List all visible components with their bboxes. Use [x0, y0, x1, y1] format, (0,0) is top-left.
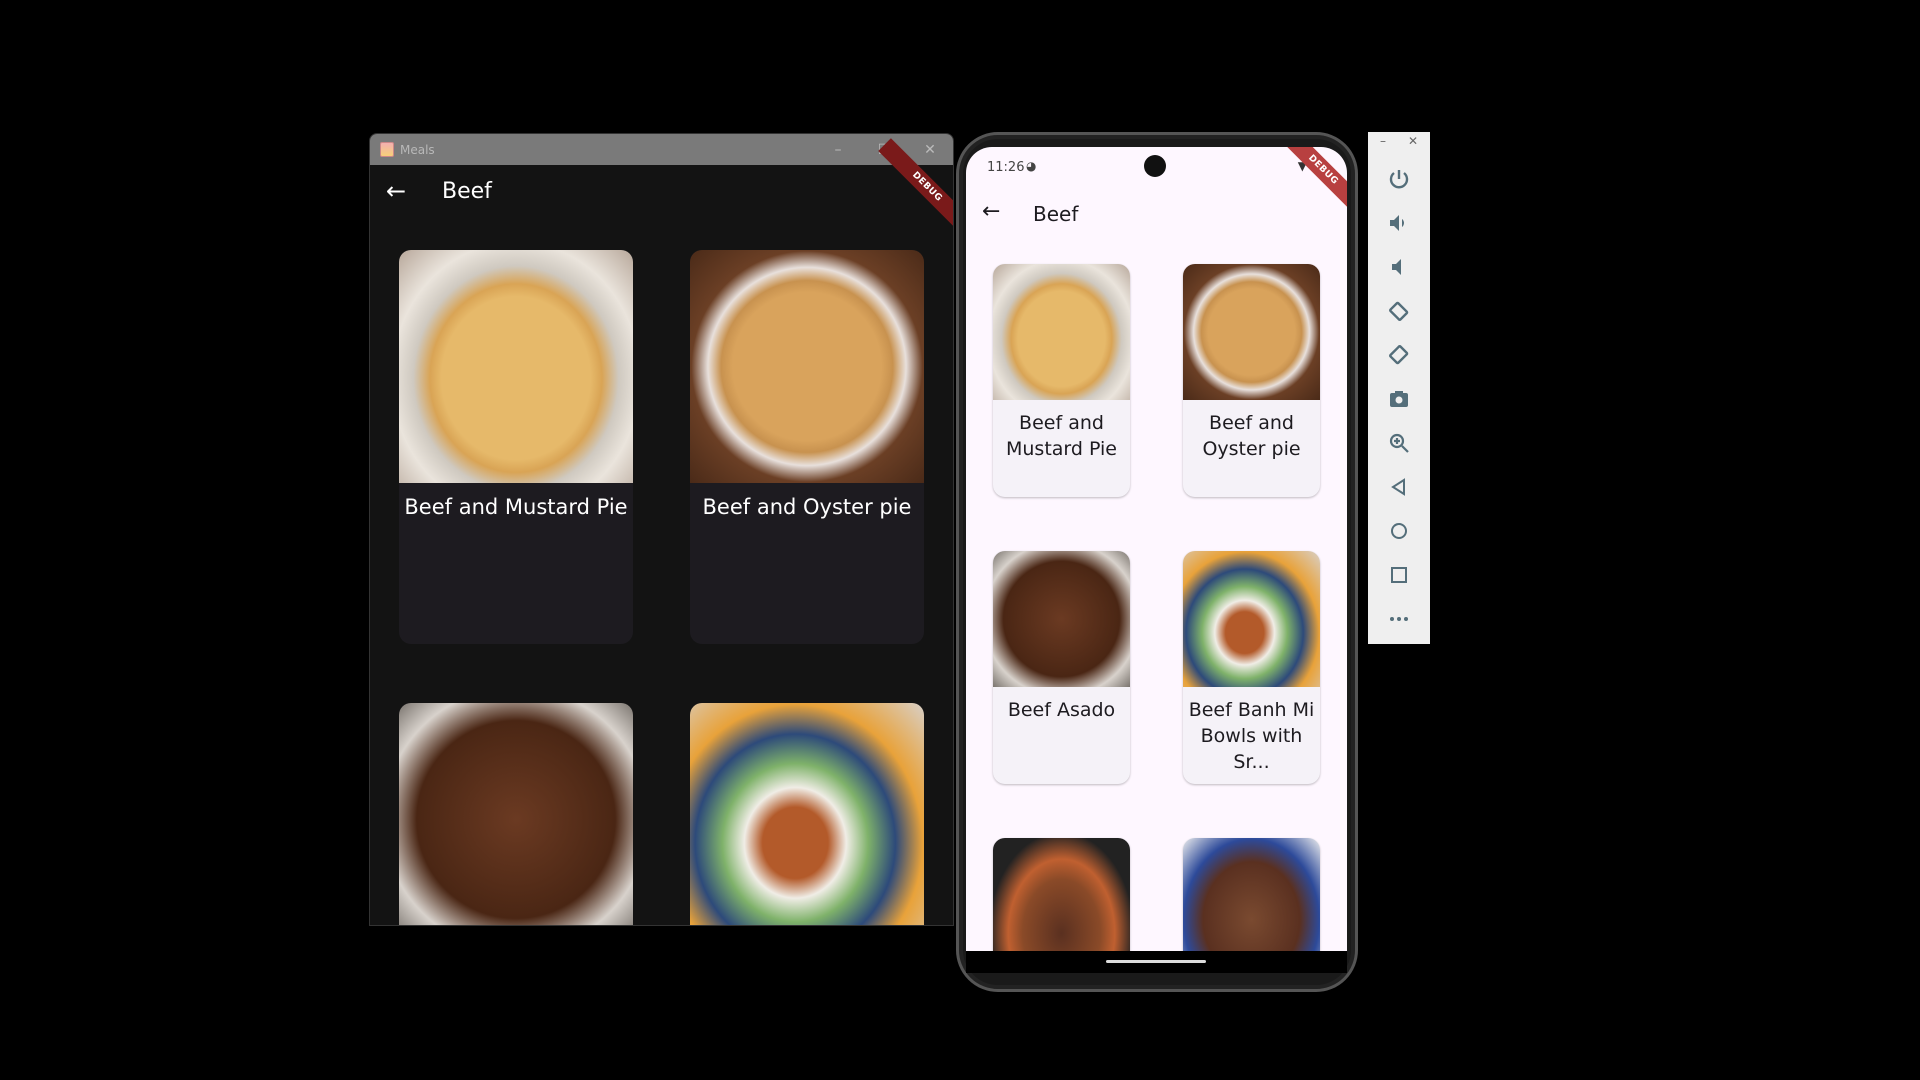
meal-card[interactable] [993, 838, 1130, 951]
navigation-bar [966, 951, 1347, 973]
zoom-icon[interactable] [1385, 429, 1413, 457]
toolbar-close-button[interactable]: ✕ [1408, 134, 1418, 148]
meal-image [993, 264, 1130, 400]
meal-card[interactable]: Beef and Mustard Pie [993, 264, 1130, 497]
page-title: Beef [442, 179, 492, 204]
meal-card[interactable] [690, 703, 924, 925]
meal-card[interactable]: Beef and Oyster pie [1183, 264, 1320, 497]
overview-icon[interactable] [1385, 561, 1413, 589]
meal-title: Beef Asado [1007, 699, 1116, 721]
meal-title: Beef and Oyster pie [702, 495, 912, 519]
meal-title: Beef and Mustard Pie [1005, 412, 1117, 460]
camera-icon[interactable] [1385, 385, 1413, 413]
meal-image [399, 703, 633, 925]
meal-image [1183, 838, 1320, 951]
app-bar: ← Beef [966, 187, 1347, 243]
meal-title: Beef Banh Mi Bowls with Sr... [1188, 699, 1315, 773]
meal-image [1183, 551, 1320, 687]
toolbar-minimize-button[interactable]: – [1380, 134, 1386, 148]
home-icon[interactable] [1385, 517, 1413, 545]
notification-icon: ◕ [1026, 159, 1037, 173]
meal-card[interactable] [399, 703, 633, 925]
more-icon[interactable] [1385, 605, 1413, 633]
page-title: Beef [1033, 202, 1079, 226]
app-bar: ← Beef [370, 165, 953, 221]
rotate-left-icon[interactable] [1385, 297, 1413, 325]
home-indicator[interactable] [1106, 960, 1206, 963]
desktop-app-window: Meals – ☐ ✕ ← Beef DEBUG Beef and Mustar… [369, 133, 954, 926]
meal-image [690, 250, 924, 483]
meal-image [993, 551, 1130, 687]
volume-up-icon[interactable] [1385, 209, 1413, 237]
meal-card[interactable]: Beef and Oyster pie [690, 250, 924, 644]
meal-image [399, 250, 633, 483]
meal-card[interactable]: Beef Asado [993, 551, 1130, 784]
rotate-right-icon[interactable] [1385, 341, 1413, 369]
back-arrow-icon[interactable]: ← [982, 199, 1000, 224]
volume-down-icon[interactable] [1385, 253, 1413, 281]
meal-image [690, 703, 924, 925]
app-icon [380, 142, 394, 157]
status-bar: 11:26 ◕ ▼ [966, 147, 1347, 183]
window-title: Meals [400, 142, 435, 157]
minimize-button[interactable]: – [815, 134, 861, 165]
meal-card[interactable] [1183, 838, 1320, 951]
back-arrow-icon[interactable]: ← [386, 177, 406, 205]
camera-cutout [1144, 155, 1166, 177]
back-icon[interactable] [1385, 473, 1413, 501]
emulator-toolbar: – ✕ [1368, 132, 1430, 644]
power-icon[interactable] [1385, 165, 1413, 193]
meal-title: Beef and Mustard Pie [404, 495, 628, 519]
meal-card[interactable]: Beef Banh Mi Bowls with Sr... [1183, 551, 1320, 784]
status-time: 11:26 [987, 160, 1025, 175]
meal-image [1183, 264, 1320, 400]
meal-title: Beef and Oyster pie [1202, 412, 1301, 460]
meal-card[interactable]: Beef and Mustard Pie [399, 250, 633, 644]
window-titlebar: Meals – ☐ ✕ [370, 134, 953, 165]
meal-image [993, 838, 1130, 951]
phone-screen: 11:26 ◕ ▼ DEBUG ← Beef Beef and Mustard … [966, 147, 1347, 951]
